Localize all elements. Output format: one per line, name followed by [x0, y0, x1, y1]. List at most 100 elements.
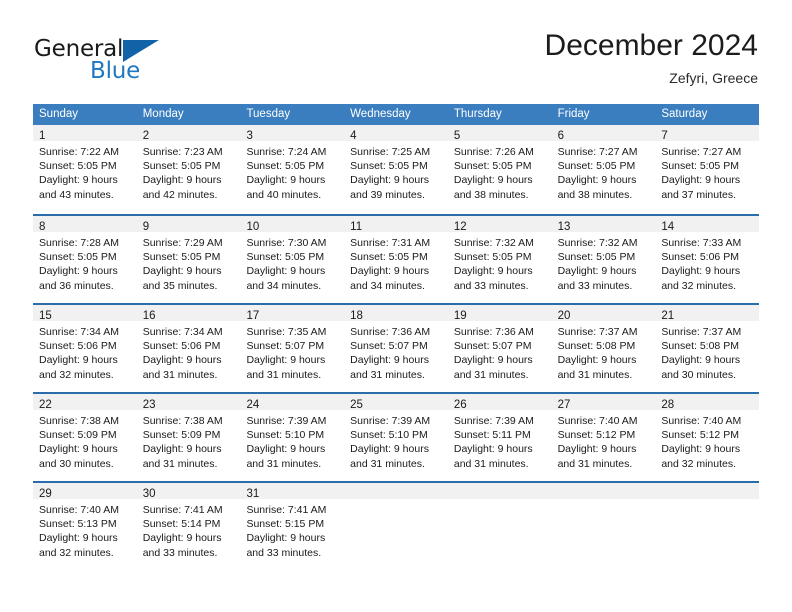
day-number-band — [655, 483, 760, 499]
sunrise-text: Sunrise: 7:39 AM — [350, 415, 431, 427]
day-number: 26 — [453, 399, 467, 411]
day-cell[interactable]: 9 Sunrise: 7:29 AM Sunset: 5:05 PM Dayli… — [136, 216, 241, 303]
day-cell[interactable]: 20 Sunrise: 7:37 AM Sunset: 5:08 PM Dayl… — [551, 305, 656, 392]
day-number: 24 — [246, 399, 260, 411]
day-cell[interactable]: 22 Sunrise: 7:38 AM Sunset: 5:09 PM Dayl… — [33, 394, 137, 481]
sunrise-text: Sunrise: 7:39 AM — [246, 415, 327, 427]
day-cell[interactable]: 29 Sunrise: 7:40 AM Sunset: 5:13 PM Dayl… — [33, 483, 137, 570]
sunset-text: Sunset: 5:05 PM — [246, 160, 325, 173]
daylight-text-line1: Daylight: 9 hours — [142, 532, 222, 545]
day-number: 23 — [142, 399, 156, 411]
day-cell[interactable]: 4 Sunrise: 7:25 AM Sunset: 5:05 PM Dayli… — [344, 125, 448, 214]
sunset-text: Sunset: 5:05 PM — [39, 251, 117, 264]
day-cell[interactable]: 31 Sunrise: 7:41 AM Sunset: 5:15 PM Dayl… — [240, 483, 345, 570]
day-cell[interactable]: 16 Sunrise: 7:34 AM Sunset: 5:06 PM Dayl… — [136, 305, 241, 392]
day-number: 18 — [350, 310, 363, 322]
day-cell[interactable]: 8 Sunrise: 7:28 AM Sunset: 5:05 PM Dayli… — [33, 216, 137, 303]
day-details: Sunrise: 7:32 AM Sunset: 5:05 PM Dayligh… — [552, 232, 656, 293]
day-cell[interactable]: 7 Sunrise: 7:27 AM Sunset: 5:05 PM Dayli… — [655, 125, 760, 214]
day-number: 5 — [453, 130, 461, 142]
day-number-band: 4 — [344, 125, 448, 142]
day-cell-empty — [655, 483, 760, 570]
day-cell[interactable]: 3 Sunrise: 7:24 AM Sunset: 5:05 PM Dayli… — [240, 125, 345, 214]
sunrise-text: Sunrise: 7:27 AM — [557, 146, 638, 158]
day-details: Sunrise: 7:22 AM Sunset: 5:05 PM Dayligh… — [33, 141, 137, 202]
day-details: Sunrise: 7:32 AM Sunset: 5:05 PM Dayligh… — [448, 232, 552, 293]
generalblue-logo[interactable]: General Blue — [34, 36, 234, 86]
sunset-text: Sunset: 5:12 PM — [661, 429, 739, 442]
day-number-band: 3 — [240, 125, 345, 142]
day-cell[interactable]: 18 Sunrise: 7:36 AM Sunset: 5:07 PM Dayl… — [344, 305, 448, 392]
day-number-band: 7 — [655, 125, 760, 142]
daylight-text-line2: and 31 minutes. — [557, 368, 633, 381]
day-details: Sunrise: 7:29 AM Sunset: 5:05 PM Dayligh… — [137, 232, 241, 293]
day-number-band: 21 — [655, 305, 760, 322]
daylight-text-line1: Daylight: 9 hours — [142, 443, 222, 456]
sunrise-text: Sunrise: 7:34 AM — [39, 326, 119, 338]
day-number-band: 17 — [240, 305, 345, 322]
daylight-text-line1: Daylight: 9 hours — [661, 443, 741, 456]
day-cell[interactable]: 25 Sunrise: 7:39 AM Sunset: 5:10 PM Dayl… — [344, 394, 448, 481]
sunrise-text: Sunrise: 7:32 AM — [557, 237, 638, 249]
day-details: Sunrise: 7:37 AM Sunset: 5:08 PM Dayligh… — [655, 321, 759, 382]
day-details: Sunrise: 7:41 AM Sunset: 5:15 PM Dayligh… — [240, 499, 344, 560]
daylight-text-line2: and 31 minutes. — [246, 457, 322, 470]
day-cell[interactable]: 11 Sunrise: 7:31 AM Sunset: 5:05 PM Dayl… — [344, 216, 448, 303]
daylight-text-line1: Daylight: 9 hours — [350, 265, 429, 278]
day-number: 6 — [557, 130, 564, 142]
sunrise-text: Sunrise: 7:29 AM — [142, 237, 223, 249]
day-cell[interactable]: 19 Sunrise: 7:36 AM Sunset: 5:07 PM Dayl… — [447, 305, 552, 392]
sunset-text: Sunset: 5:05 PM — [453, 251, 532, 264]
daylight-text-line1: Daylight: 9 hours — [39, 443, 118, 456]
day-number: 13 — [557, 221, 571, 233]
day-number: 12 — [453, 221, 467, 233]
weekday-header-thursday: Thursday — [453, 108, 502, 120]
day-cell[interactable]: 15 Sunrise: 7:34 AM Sunset: 5:06 PM Dayl… — [33, 305, 137, 392]
day-number-band: 10 — [240, 216, 345, 233]
sunset-text: Sunset: 5:15 PM — [246, 518, 325, 531]
calendar-grid: Sunday Monday Tuesday Wednesday Thursday… — [33, 104, 760, 570]
sunrise-text: Sunrise: 7:30 AM — [246, 237, 327, 249]
daylight-text-line1: Daylight: 9 hours — [142, 265, 222, 278]
day-cell[interactable]: 1 Sunrise: 7:22 AM Sunset: 5:05 PM Dayli… — [33, 125, 137, 214]
day-cell[interactable]: 24 Sunrise: 7:39 AM Sunset: 5:10 PM Dayl… — [240, 394, 345, 481]
day-cell[interactable]: 6 Sunrise: 7:27 AM Sunset: 5:05 PM Dayli… — [551, 125, 656, 214]
sunset-text: Sunset: 5:07 PM — [246, 340, 325, 353]
day-details: Sunrise: 7:40 AM Sunset: 5:12 PM Dayligh… — [655, 410, 759, 471]
day-cell[interactable]: 28 Sunrise: 7:40 AM Sunset: 5:12 PM Dayl… — [655, 394, 760, 481]
day-cell[interactable]: 17 Sunrise: 7:35 AM Sunset: 5:07 PM Dayl… — [240, 305, 345, 392]
day-cell[interactable]: 23 Sunrise: 7:38 AM Sunset: 5:09 PM Dayl… — [136, 394, 241, 481]
daylight-text-line1: Daylight: 9 hours — [246, 174, 326, 187]
day-cell[interactable]: 30 Sunrise: 7:41 AM Sunset: 5:14 PM Dayl… — [136, 483, 241, 570]
daylight-text-line2: and 32 minutes. — [39, 368, 114, 381]
daylight-text-line1: Daylight: 9 hours — [246, 265, 326, 278]
day-number-band: 9 — [136, 216, 241, 233]
sunrise-text: Sunrise: 7:40 AM — [661, 415, 742, 427]
day-cell[interactable]: 13 Sunrise: 7:32 AM Sunset: 5:05 PM Dayl… — [551, 216, 656, 303]
day-number-band: 5 — [447, 125, 552, 142]
day-cell[interactable]: 10 Sunrise: 7:30 AM Sunset: 5:05 PM Dayl… — [240, 216, 345, 303]
day-cell[interactable]: 5 Sunrise: 7:26 AM Sunset: 5:05 PM Dayli… — [447, 125, 552, 214]
day-number-band: 26 — [447, 394, 552, 411]
sunrise-text: Sunrise: 7:33 AM — [661, 237, 742, 249]
sunrise-text: Sunrise: 7:32 AM — [453, 237, 534, 249]
daylight-text-line1: Daylight: 9 hours — [39, 532, 118, 545]
day-cell[interactable]: 12 Sunrise: 7:32 AM Sunset: 5:05 PM Dayl… — [447, 216, 552, 303]
day-number: 22 — [39, 399, 52, 411]
sunrise-text: Sunrise: 7:40 AM — [39, 504, 119, 516]
day-cell[interactable]: 21 Sunrise: 7:37 AM Sunset: 5:08 PM Dayl… — [655, 305, 760, 392]
day-cell[interactable]: 27 Sunrise: 7:40 AM Sunset: 5:12 PM Dayl… — [551, 394, 656, 481]
day-number: 20 — [557, 310, 571, 322]
day-details: Sunrise: 7:34 AM Sunset: 5:06 PM Dayligh… — [137, 321, 241, 382]
day-cell[interactable]: 26 Sunrise: 7:39 AM Sunset: 5:11 PM Dayl… — [447, 394, 552, 481]
day-details: Sunrise: 7:40 AM Sunset: 5:13 PM Dayligh… — [33, 499, 137, 560]
daylight-text-line2: and 36 minutes. — [39, 279, 114, 292]
day-number: 10 — [246, 221, 260, 233]
day-number-band — [447, 483, 552, 499]
daylight-text-line2: and 38 minutes. — [557, 188, 633, 201]
day-cell[interactable]: 14 Sunrise: 7:33 AM Sunset: 5:06 PM Dayl… — [655, 216, 760, 303]
day-cell[interactable]: 2 Sunrise: 7:23 AM Sunset: 5:05 PM Dayli… — [136, 125, 241, 214]
daylight-text-line2: and 31 minutes. — [350, 457, 425, 470]
daylight-text-line1: Daylight: 9 hours — [453, 265, 533, 278]
day-number: 4 — [350, 130, 357, 142]
